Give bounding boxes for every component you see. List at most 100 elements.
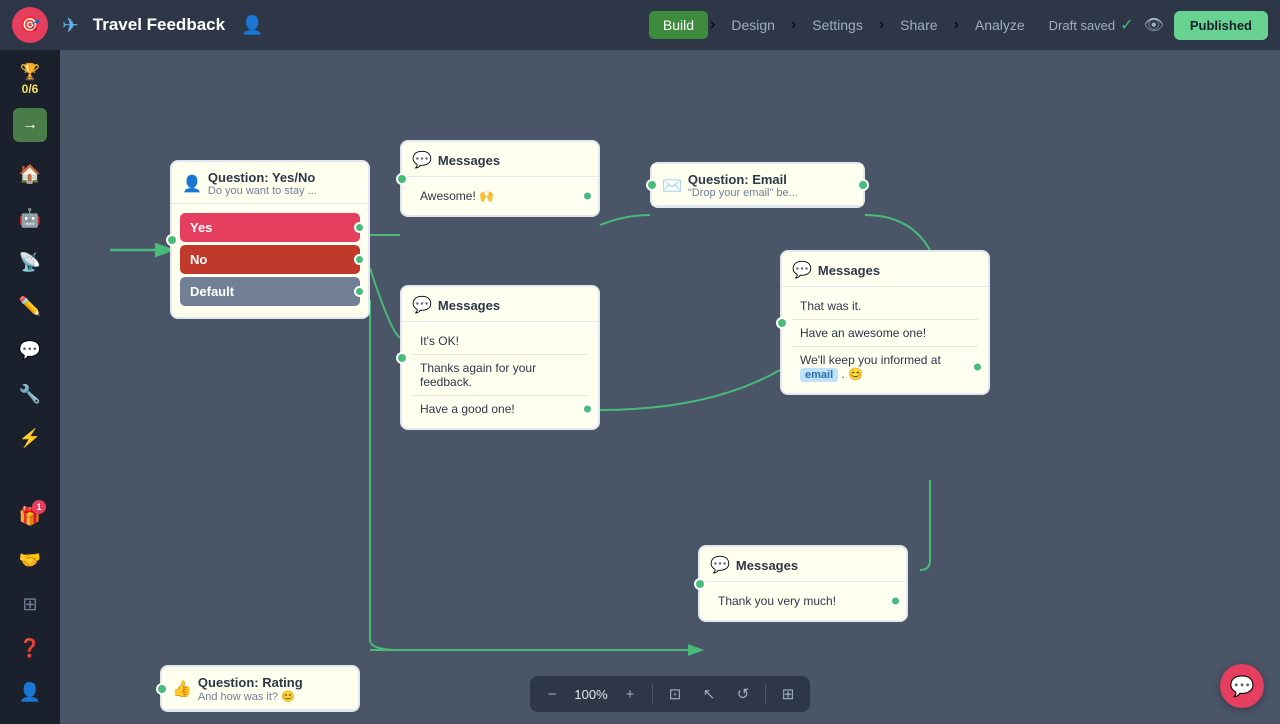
msg4-body: Thank you very much! xyxy=(700,582,906,620)
logo-icon: 🎯 xyxy=(20,15,40,35)
msg1-header: 💬 Messages xyxy=(402,142,598,177)
msg4-input-port xyxy=(694,578,706,590)
msg1-item-1: Awesome! 🙌 xyxy=(412,183,588,209)
email-output-port xyxy=(857,179,869,191)
yesno-title: Question: Yes/No xyxy=(208,170,317,185)
nav-tabs: Build › Design › Settings › Share › Anal… xyxy=(649,11,1039,39)
tab-share[interactable]: Share xyxy=(886,11,951,39)
chevron-icon: › xyxy=(791,16,796,34)
msg2-input-port xyxy=(396,352,408,364)
trophy-icon: 🏆 xyxy=(20,62,40,82)
msg4-icon: 💬 xyxy=(710,555,730,575)
messages-node-4[interactable]: 💬 Messages Thank you very much! xyxy=(698,545,908,622)
zoom-level: 100% xyxy=(572,687,610,702)
sidebar-expand-button[interactable]: → xyxy=(13,108,47,142)
sidebar-bot[interactable]: 🤖 xyxy=(10,198,50,238)
msg1-port xyxy=(582,191,593,202)
yesno-option-default[interactable]: Default xyxy=(180,277,360,306)
sidebar-grid[interactable]: ⊞ xyxy=(10,584,50,624)
chat-bubble-button[interactable]: 💬 xyxy=(1220,664,1264,708)
fit-button[interactable]: ⊡ xyxy=(661,680,689,708)
chevron-icon: › xyxy=(710,16,715,34)
score-label: 0/6 xyxy=(22,82,39,96)
msg2-body: It's OK! Thanks again for your feedback.… xyxy=(402,322,598,428)
rating-subtitle: And how was it? 😊 xyxy=(198,690,303,703)
logo: 🎯 xyxy=(12,7,48,43)
chevron-icon: › xyxy=(954,16,959,34)
notif-badge: 1 xyxy=(32,500,46,514)
no-port xyxy=(354,254,365,265)
chevron-icon: › xyxy=(879,16,884,34)
email-node[interactable]: ✉️ Question: Email "Drop your email" be.… xyxy=(650,162,865,208)
tab-settings[interactable]: Settings xyxy=(798,11,877,39)
nav-right: Draft saved ✓ 👁 Published xyxy=(1049,11,1268,40)
msg4-item-1: Thank you very much! xyxy=(710,588,896,614)
yesno-input-port xyxy=(166,234,178,246)
default-port xyxy=(354,286,365,297)
top-nav: 🎯 ✈ Travel Feedback 👤 Build › Design › S… xyxy=(0,0,1280,50)
msg3-item-3: We'll keep you informed at email . 😊 xyxy=(792,347,978,387)
tab-build[interactable]: Build xyxy=(649,11,708,39)
tab-analyze[interactable]: Analyze xyxy=(961,11,1039,39)
rating-node[interactable]: 👍 Question: Rating And how was it? 😊 xyxy=(160,665,360,712)
msg2-item-2: Thanks again for your feedback. xyxy=(412,355,588,396)
msg3-header: 💬 Messages xyxy=(782,252,988,287)
sidebar-chat[interactable]: 💬 xyxy=(10,330,50,370)
cursor-button[interactable]: ↖ xyxy=(695,680,723,708)
msg2-title: Messages xyxy=(438,298,500,313)
email-tag: email xyxy=(800,368,838,382)
yesno-options: Yes No Default xyxy=(172,204,368,317)
draft-saved: Draft saved ✓ xyxy=(1049,15,1134,35)
user-icon[interactable]: 👤 xyxy=(241,15,263,36)
expand-button[interactable]: ⊞ xyxy=(774,680,802,708)
tab-design[interactable]: Design xyxy=(717,11,789,39)
zoom-in-button[interactable]: + xyxy=(616,680,644,708)
rating-title: Question: Rating xyxy=(198,675,303,690)
messages-node-1[interactable]: 💬 Messages Awesome! 🙌 xyxy=(400,140,600,217)
email-input-port xyxy=(646,179,658,191)
sidebar-pen[interactable]: ✏️ xyxy=(10,286,50,326)
sidebar-hand[interactable]: 🤝 xyxy=(10,540,50,580)
rating-input-port xyxy=(156,683,168,695)
msg3-icon: 💬 xyxy=(792,260,812,280)
yesno-icon: 👤 xyxy=(182,174,202,194)
check-icon: ✓ xyxy=(1120,15,1133,35)
msg3-item-1: That was it. xyxy=(792,293,978,320)
zoom-out-button[interactable]: − xyxy=(538,680,566,708)
msg4-port xyxy=(890,596,901,607)
sidebar-avatar[interactable]: 👤 xyxy=(10,672,50,712)
rating-header: 👍 Question: Rating And how was it? 😊 xyxy=(162,667,358,710)
sidebar-home[interactable]: 🏠 xyxy=(10,154,50,194)
sidebar-bolt[interactable]: ⚡ xyxy=(10,418,50,458)
msg1-body: Awesome! 🙌 xyxy=(402,177,598,215)
messages-node-3[interactable]: 💬 Messages That was it. Have an awesome … xyxy=(780,250,990,395)
msg3-body: That was it. Have an awesome one! We'll … xyxy=(782,287,988,393)
yes-port xyxy=(354,222,365,233)
yesno-option-yes[interactable]: Yes xyxy=(180,213,360,242)
sidebar-notif[interactable]: 🎁 1 xyxy=(10,496,50,536)
zoom-toolbar: − 100% + ⊡ ↖ ↺ ⊞ xyxy=(530,676,810,712)
messages-node-2[interactable]: 💬 Messages It's OK! Thanks again for you… xyxy=(400,285,600,430)
msg1-input-port xyxy=(396,173,408,185)
sidebar-question[interactable]: ❓ xyxy=(10,628,50,668)
msg1-icon: 💬 xyxy=(412,150,432,170)
email-subtitle: "Drop your email" be... xyxy=(688,187,798,199)
published-button[interactable]: Published xyxy=(1174,11,1268,40)
reset-button[interactable]: ↺ xyxy=(729,680,757,708)
yesno-option-no[interactable]: No xyxy=(180,245,360,274)
msg3-input-port xyxy=(776,317,788,329)
email-title: Question: Email xyxy=(688,172,798,187)
msg2-item-3: Have a good one! xyxy=(412,396,588,422)
msg3-port xyxy=(972,362,983,373)
yesno-subtitle: Do you want to stay ... xyxy=(208,185,317,197)
preview-button[interactable]: 👁 xyxy=(1144,15,1164,35)
msg3-item-2: Have an awesome one! xyxy=(792,320,978,347)
msg4-header: 💬 Messages xyxy=(700,547,906,582)
sidebar-signal[interactable]: 📡 xyxy=(10,242,50,282)
msg1-title: Messages xyxy=(438,153,500,168)
connections-svg xyxy=(60,50,1280,724)
yesno-node[interactable]: 👤 Question: Yes/No Do you want to stay .… xyxy=(170,160,370,319)
rating-icon: 👍 xyxy=(172,679,192,699)
canvas: 👤 Question: Yes/No Do you want to stay .… xyxy=(60,50,1280,724)
sidebar-tools[interactable]: 🔧 xyxy=(10,374,50,414)
